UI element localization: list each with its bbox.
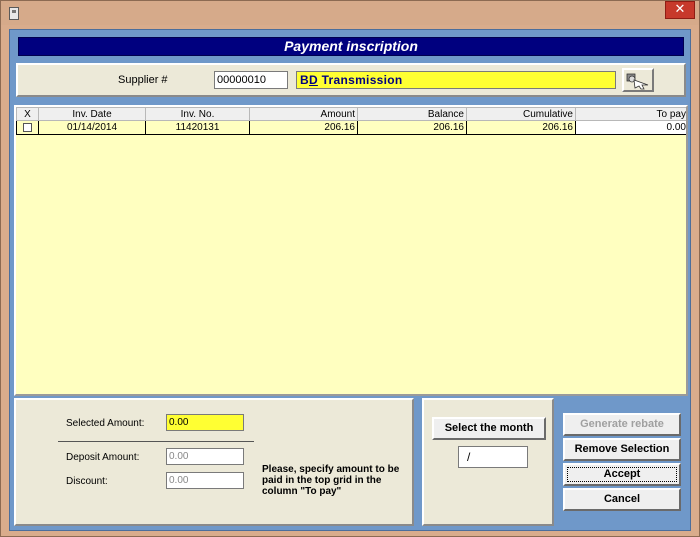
balance-cell: 206.16	[357, 120, 467, 135]
title-bar[interactable]: ✕	[1, 1, 699, 25]
remove-selection-button[interactable]: Remove Selection	[563, 438, 681, 461]
supplier-name-underlined: D	[308, 73, 318, 87]
supplier-lookup-button[interactable]	[622, 68, 654, 92]
invoice-table: X Inv. Date Inv. No. Amount Balance Cumu…	[16, 107, 686, 135]
client-area: Payment inscription Supplier # 00000010 …	[9, 29, 691, 531]
invoice-grid[interactable]: X Inv. Date Inv. No. Amount Balance Cumu…	[14, 105, 688, 396]
payment-window: ✕ Payment inscription Supplier # 0000001…	[0, 0, 700, 537]
divider	[58, 441, 254, 442]
instruction-note: Please, specify amount to be paid in the…	[262, 464, 400, 497]
deposit-amount-field[interactable]: 0.00	[166, 448, 244, 465]
col-header-select[interactable]: X	[16, 107, 39, 121]
table-row[interactable]: 01/14/2014 11420131 206.16 206.16 206.16…	[16, 120, 686, 135]
discount-field[interactable]: 0.00	[166, 472, 244, 489]
col-header-to-pay[interactable]: To pay	[575, 107, 686, 121]
select-month-button[interactable]: Select the month	[432, 417, 546, 440]
magnifier-pointer-icon	[626, 73, 649, 90]
selected-amount-field: 0.00	[166, 414, 244, 431]
selected-amount-label: Selected Amount:	[66, 418, 145, 429]
col-header-inv-date[interactable]: Inv. Date	[38, 107, 146, 121]
inv-date-cell: 01/14/2014	[38, 120, 146, 135]
col-header-balance[interactable]: Balance	[357, 107, 467, 121]
supplier-name-rest: Transmission	[317, 73, 403, 87]
col-header-cumulative[interactable]: Cumulative	[466, 107, 576, 121]
supplier-name-prefix: B	[300, 73, 309, 87]
row-select-cell[interactable]	[16, 120, 39, 135]
supplier-label: Supplier #	[118, 74, 168, 86]
app-icon	[9, 7, 19, 20]
to-pay-cell[interactable]: 0.00	[575, 120, 686, 135]
deposit-amount-label: Deposit Amount:	[66, 452, 140, 463]
cumulative-cell: 206.16	[466, 120, 576, 135]
discount-label: Discount:	[66, 476, 108, 487]
month-panel: Select the month /	[422, 398, 554, 526]
page-title: Payment inscription	[18, 37, 684, 56]
month-field[interactable]: /	[458, 446, 528, 468]
accept-button[interactable]: Accept	[563, 463, 681, 486]
cancel-button[interactable]: Cancel	[563, 488, 681, 511]
inv-no-cell: 11420131	[145, 120, 250, 135]
amount-cell: 206.16	[249, 120, 358, 135]
row-checkbox[interactable]	[23, 122, 32, 132]
supplier-panel: Supplier # 00000010 BD Transmission	[16, 63, 686, 97]
summary-panel: Selected Amount: 0.00 Deposit Amount: 0.…	[14, 398, 414, 526]
close-button[interactable]: ✕	[665, 1, 695, 19]
col-header-inv-no[interactable]: Inv. No.	[145, 107, 250, 121]
supplier-number-field[interactable]: 00000010	[214, 71, 288, 89]
col-header-amount[interactable]: Amount	[249, 107, 358, 121]
supplier-name-field[interactable]: BD Transmission	[296, 71, 616, 89]
grid-header-row: X Inv. Date Inv. No. Amount Balance Cumu…	[16, 107, 686, 121]
generate-rebate-button[interactable]: Generate rebate	[563, 413, 681, 436]
